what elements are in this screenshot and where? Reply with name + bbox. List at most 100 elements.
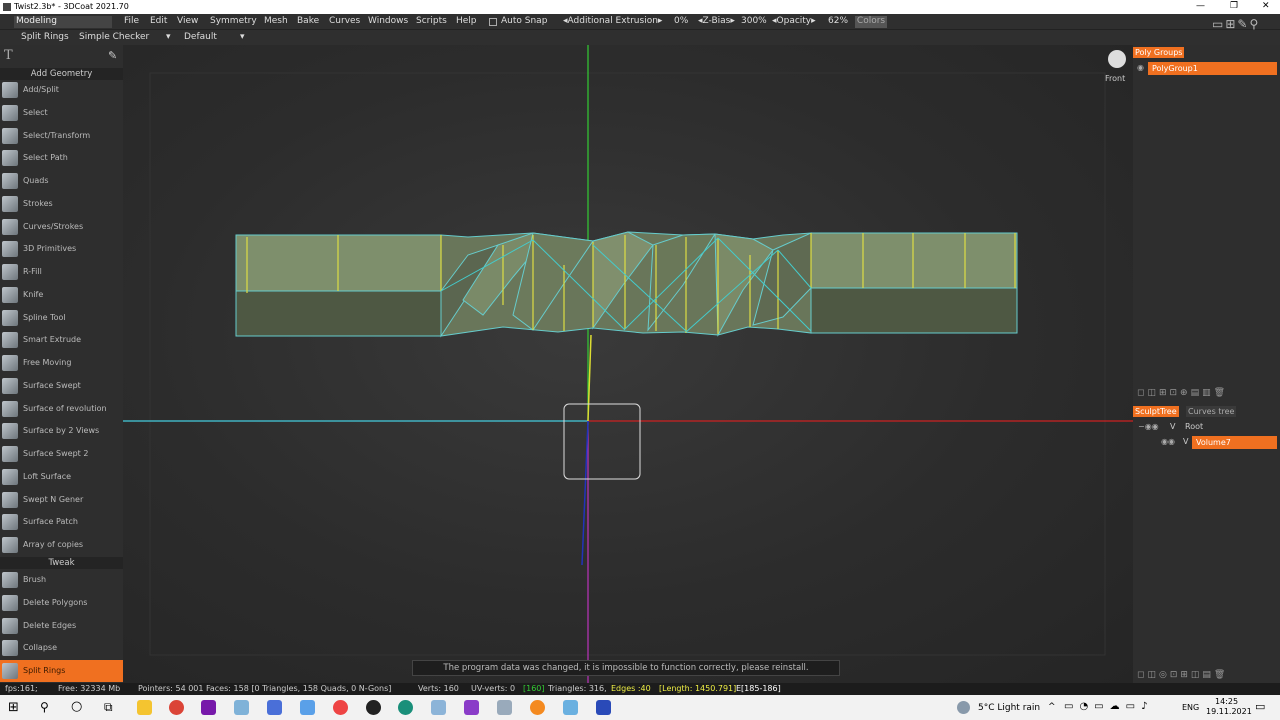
file-explorer-icon[interactable]: [137, 700, 152, 715]
eye-icon[interactable]: ◉: [1137, 63, 1144, 72]
tool-collapse[interactable]: Collapse: [0, 637, 123, 659]
menu-bake[interactable]: Bake: [297, 16, 319, 26]
task-view-icon[interactable]: ⧉: [104, 700, 113, 715]
tab-sculpt-tree[interactable]: SculptTree: [1133, 406, 1179, 417]
tool-3d-primitives[interactable]: 3D Primitives: [0, 238, 123, 260]
monitor-app-icon[interactable]: [431, 700, 446, 715]
tool-loft-surface[interactable]: Loft Surface: [0, 466, 123, 488]
menu-edit[interactable]: Edit: [150, 16, 167, 26]
tool-r-fill[interactable]: R-Fill: [0, 261, 123, 283]
collapse-icon[interactable]: −◉◉: [1138, 422, 1159, 431]
save-app-icon[interactable]: [267, 700, 282, 715]
windows-start-icon[interactable]: ⊞: [8, 700, 19, 715]
tool-quads[interactable]: Quads: [0, 170, 123, 192]
menu-help[interactable]: Help: [456, 16, 477, 26]
language-indicator[interactable]: ENG: [1182, 703, 1199, 712]
chevron-down-icon[interactable]: ▾: [240, 32, 245, 42]
tree-root[interactable]: Root: [1185, 422, 1203, 431]
camera-icon[interactable]: [1108, 50, 1126, 68]
maximize-button[interactable]: ❐: [1230, 1, 1238, 11]
3dcoat-icon[interactable]: [398, 700, 413, 715]
weather-text[interactable]: 5°C Light rain: [978, 703, 1040, 713]
tree-tool-icons[interactable]: ◻◫◎⊡⊞◫▤🗑: [1137, 670, 1228, 680]
tool-select-path[interactable]: Select Path: [0, 147, 123, 169]
room-selector[interactable]: Modeling: [14, 16, 112, 28]
minimize-button[interactable]: —: [1196, 1, 1205, 11]
tool-surface-swept[interactable]: Surface Swept: [0, 375, 123, 397]
menu-file[interactable]: File: [124, 16, 139, 26]
close-button[interactable]: ✕: [1262, 1, 1270, 11]
tool-curves-strokes[interactable]: Curves/Strokes: [0, 216, 123, 238]
tool-array-of-copies[interactable]: Array of copies: [0, 534, 123, 556]
opacity-label[interactable]: ◂Opacity▸: [772, 16, 816, 26]
tool-knife[interactable]: Knife: [0, 284, 123, 306]
top-right-tool-icons[interactable]: ▭⊞✎⚲: [1212, 17, 1260, 31]
zbias-value[interactable]: 300%: [741, 16, 767, 26]
opacity-value[interactable]: 62%: [828, 16, 848, 26]
tool-add-split[interactable]: Add/Split: [0, 79, 123, 101]
clock-time[interactable]: 14:25: [1215, 697, 1238, 706]
additional-extrusion-label[interactable]: ◂Additional Extrusion▸: [563, 16, 662, 26]
weather-icon[interactable]: [957, 701, 970, 714]
menu-mesh[interactable]: Mesh: [264, 16, 288, 26]
menu-view[interactable]: View: [177, 16, 198, 26]
menu-windows[interactable]: Windows: [368, 16, 408, 26]
tool-surface-swept-2[interactable]: Surface Swept 2: [0, 443, 123, 465]
app-icon[interactable]: [563, 700, 578, 715]
tool-icon: [2, 423, 18, 440]
onenote-icon[interactable]: [201, 700, 216, 715]
pen-icon[interactable]: ✎: [108, 49, 117, 62]
preset-dropdown[interactable]: Default: [184, 32, 217, 42]
search-icon[interactable]: ⚲: [40, 700, 49, 714]
zbias-label[interactable]: ◂Z-Bias▸: [698, 16, 735, 26]
notification-icon[interactable]: ▭: [1255, 700, 1265, 713]
viewport-scene[interactable]: [123, 45, 1133, 683]
media-player-icon[interactable]: [366, 700, 381, 715]
tool-select-transform[interactable]: Select/Transform: [0, 125, 123, 147]
view-label[interactable]: Front: [1105, 74, 1125, 83]
tool-select[interactable]: Select: [0, 102, 123, 124]
auto-snap-checkbox[interactable]: [489, 18, 497, 26]
colorful-app-icon[interactable]: [333, 700, 348, 715]
tool-free-moving[interactable]: Free Moving: [0, 352, 123, 374]
pen-app-icon[interactable]: [234, 700, 249, 715]
app-icon[interactable]: [497, 700, 512, 715]
tool-delete-polygons[interactable]: Delete Polygons: [0, 592, 123, 614]
tool-surface-patch[interactable]: Surface Patch: [0, 511, 123, 533]
tab-curves-tree[interactable]: Curves tree: [1186, 406, 1237, 417]
polygroup-tool-icons[interactable]: ◻◫⊞⊡⊕▤▥🗑: [1137, 388, 1228, 398]
tray-icons[interactable]: ▭◔▭☁▭♪: [1064, 701, 1153, 712]
tool-delete-edges[interactable]: Delete Edges: [0, 615, 123, 637]
cortana-icon[interactable]: ○: [71, 699, 82, 714]
tool-split-rings[interactable]: Split Rings: [0, 660, 123, 682]
tool-swept-n-gener[interactable]: Swept N Gener: [0, 489, 123, 511]
app-icon[interactable]: [596, 700, 611, 715]
menu-scripts[interactable]: Scripts: [416, 16, 447, 26]
tool-surface-by-2-views[interactable]: Surface by 2 Views: [0, 420, 123, 442]
tool-brush[interactable]: Brush: [0, 569, 123, 591]
chevron-down-icon[interactable]: ▾: [166, 32, 171, 42]
chrome-icon[interactable]: [169, 700, 184, 715]
photos-icon[interactable]: [300, 700, 315, 715]
tool-strokes[interactable]: Strokes: [0, 193, 123, 215]
text-tool-icon[interactable]: T: [4, 48, 13, 63]
tool-surface-of-revolution[interactable]: Surface of revolution: [0, 398, 123, 420]
menu-symmetry[interactable]: Symmetry: [210, 16, 257, 26]
eye-icon[interactable]: ◉◉: [1161, 437, 1175, 446]
checker-mode-dropdown[interactable]: Simple Checker: [79, 32, 149, 42]
additional-extrusion-value[interactable]: 0%: [674, 16, 688, 26]
clock-date[interactable]: 19.11.2021: [1206, 707, 1252, 716]
tool-spline-tool[interactable]: Spline Tool: [0, 307, 123, 329]
visual-studio-icon[interactable]: [464, 700, 479, 715]
polygroup-item[interactable]: PolyGroup1: [1148, 62, 1277, 75]
tree-item-volume[interactable]: Volume7: [1192, 436, 1277, 449]
tool-smart-extrude[interactable]: Smart Extrude: [0, 329, 123, 351]
menu-curves[interactable]: Curves: [329, 16, 360, 26]
3d-viewport[interactable]: [123, 45, 1133, 683]
tray-chevron-icon[interactable]: ^: [1048, 702, 1056, 712]
tool-icon: [2, 309, 18, 326]
blender-icon[interactable]: [530, 700, 545, 715]
edge-length: [Length: 1450.791]: [659, 684, 737, 693]
tab-poly-groups[interactable]: Poly Groups: [1133, 47, 1185, 58]
colors-button[interactable]: Colors: [855, 16, 887, 28]
